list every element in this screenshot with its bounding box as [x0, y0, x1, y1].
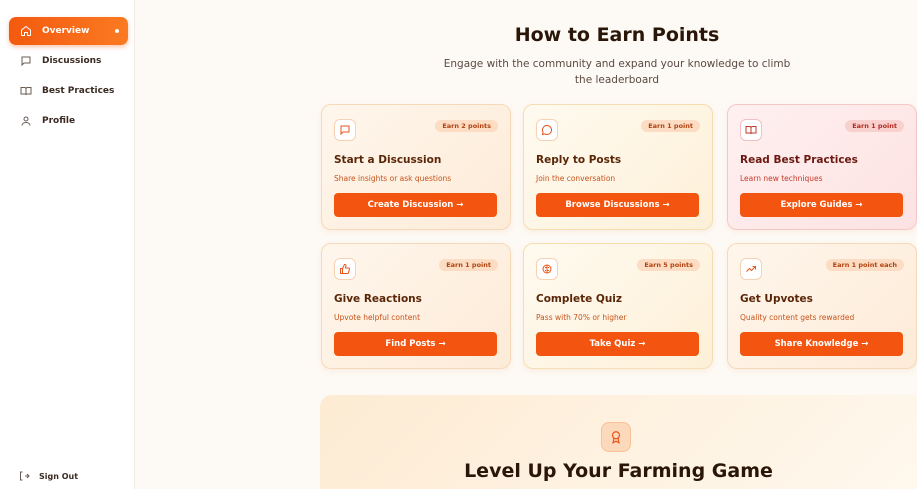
card-description: Learn new techniques [740, 174, 823, 183]
brain-icon [536, 258, 558, 280]
card-title: Give Reactions [334, 293, 422, 305]
card-description: Pass with 70% or higher [536, 313, 627, 322]
create-discussion-button[interactable]: Create Discussion → [334, 193, 497, 217]
card-title: Complete Quiz [536, 293, 623, 305]
card-title: Start a Discussion [334, 154, 442, 166]
points-badge: Earn 1 point [845, 120, 904, 132]
points-badge: Earn 1 point each [825, 259, 904, 271]
message-square-icon [334, 119, 356, 141]
trending-up-icon [740, 258, 762, 280]
main-content: How to Earn Points Engage with the commu… [135, 0, 917, 489]
card-start-discussion: Earn 2 points Start a Discussion Share i… [321, 104, 511, 230]
find-posts-button[interactable]: Find Posts → [334, 332, 497, 356]
sidebar-item-label: Best Practices [42, 86, 115, 96]
card-description: Join the conversation [536, 174, 616, 183]
sidebar-item-label: Discussions [42, 56, 102, 66]
active-dot [115, 29, 119, 33]
card-give-reactions: Earn 1 point Give Reactions Upvote helpf… [321, 243, 511, 369]
sidebar-item-best-practices[interactable]: Best Practices [9, 77, 128, 105]
thumbs-up-icon [334, 258, 356, 280]
sidebar-item-label: Profile [42, 116, 76, 126]
page-subtitle: Engage with the community and expand you… [443, 58, 791, 86]
card-complete-quiz: Earn 5 points Complete Quiz Pass with 70… [523, 243, 713, 369]
chat-icon [19, 54, 33, 68]
card-read-best-practices: Earn 1 point Read Best Practices Learn n… [727, 104, 917, 230]
log-out-icon [18, 470, 30, 482]
level-up-banner: Level Up Your Farming Game [320, 395, 917, 489]
card-description: Share insights or ask questions [334, 174, 452, 183]
card-title: Reply to Posts [536, 154, 622, 166]
page-title: How to Earn Points [514, 24, 720, 46]
card-get-upvotes: Earn 1 point each Get Upvotes Quality co… [727, 243, 917, 369]
share-knowledge-button[interactable]: Share Knowledge → [740, 332, 903, 356]
sidebar: Overview Discussions Best Practices Prof… [0, 0, 135, 489]
browse-discussions-button[interactable]: Browse Discussions → [536, 193, 699, 217]
banner-title: Level Up Your Farming Game [464, 460, 773, 482]
points-badge: Earn 5 points [637, 259, 700, 271]
card-title: Read Best Practices [740, 154, 858, 166]
sidebar-item-profile[interactable]: Profile [9, 107, 128, 135]
book-open-icon [740, 119, 762, 141]
points-badge: Earn 2 points [435, 120, 498, 132]
card-description: Upvote helpful content [334, 313, 421, 322]
card-description: Quality content gets rewarded [740, 313, 855, 322]
book-icon [19, 84, 33, 98]
message-circle-icon [536, 119, 558, 141]
home-icon [19, 24, 33, 38]
sign-out-button[interactable]: Sign Out [18, 470, 78, 482]
points-badge: Earn 1 point [439, 259, 498, 271]
sidebar-item-discussions[interactable]: Discussions [9, 47, 128, 75]
award-icon [601, 422, 631, 452]
points-badge: Earn 1 point [641, 120, 700, 132]
explore-guides-button[interactable]: Explore Guides → [740, 193, 903, 217]
sign-out-label: Sign Out [39, 471, 79, 481]
take-quiz-button[interactable]: Take Quiz → [536, 332, 699, 356]
card-reply-to-posts: Earn 1 point Reply to Posts Join the con… [523, 104, 713, 230]
user-icon [19, 114, 33, 128]
sidebar-item-overview[interactable]: Overview [9, 17, 128, 45]
sidebar-item-label: Overview [42, 26, 90, 36]
card-title: Get Upvotes [740, 293, 813, 305]
